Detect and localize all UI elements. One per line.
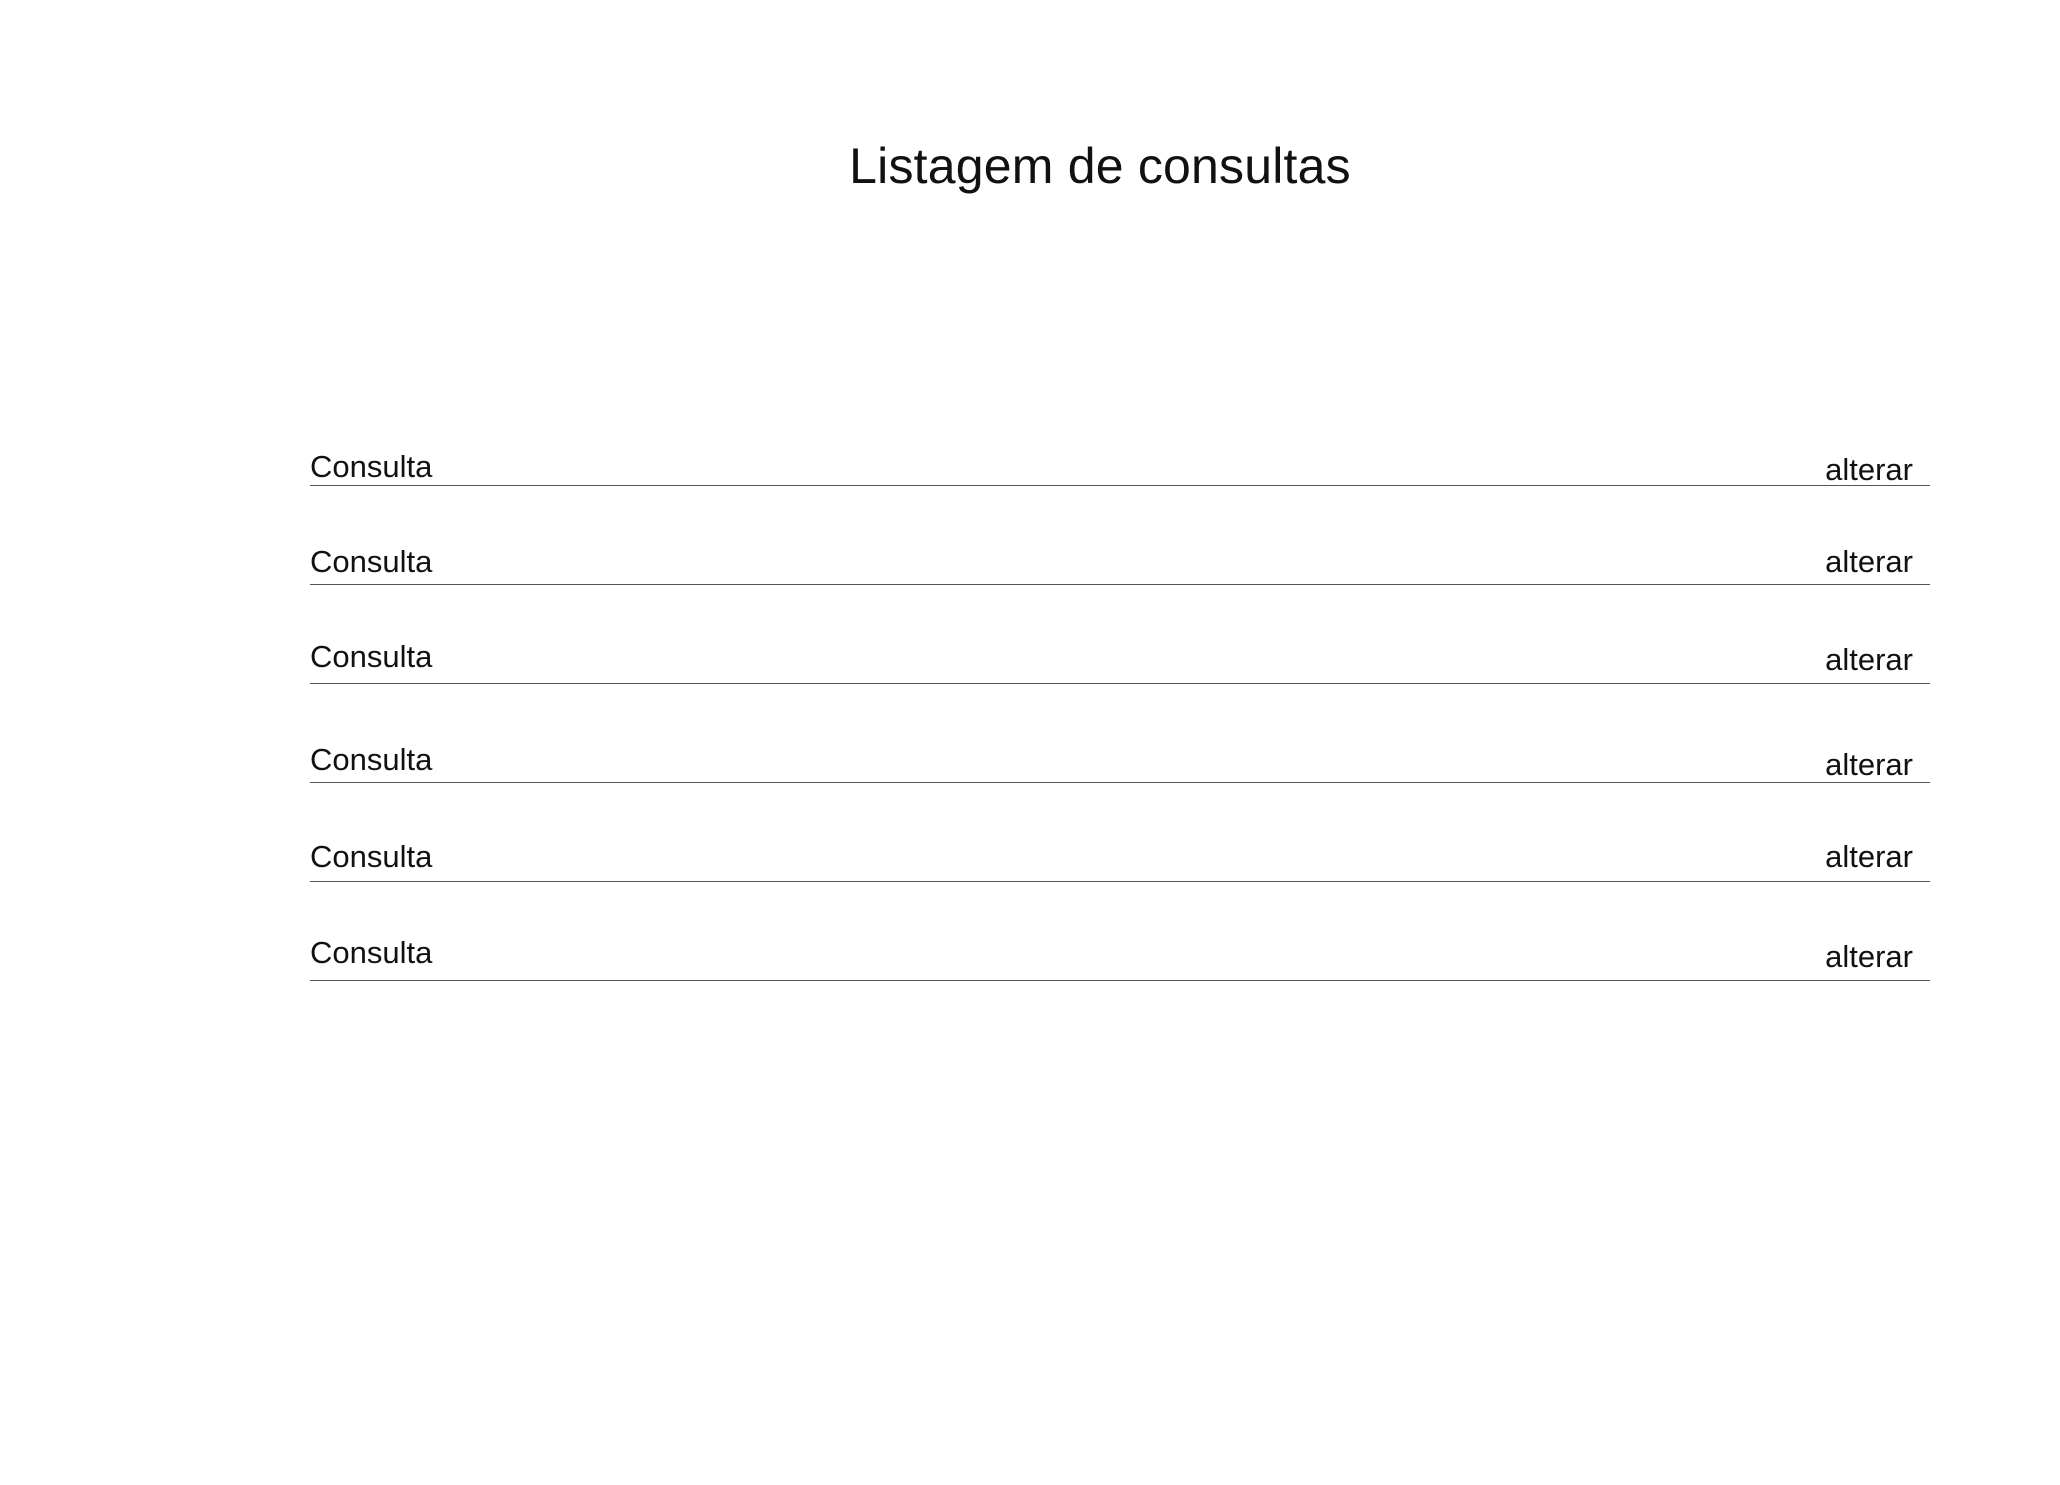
consultation-label[interactable]: Consulta <box>310 933 432 973</box>
list-item: Consulta alterar <box>310 737 1930 837</box>
consultation-label[interactable]: Consulta <box>310 837 432 877</box>
row-divider <box>310 584 1930 585</box>
row-divider <box>310 485 1930 486</box>
alter-link[interactable]: alterar <box>1825 640 1913 680</box>
consultation-label[interactable]: Consulta <box>310 637 432 677</box>
consultation-label[interactable]: Consulta <box>310 542 432 582</box>
row-divider <box>310 881 1930 882</box>
alter-link[interactable]: alterar <box>1825 542 1913 582</box>
list-item: Consulta alterar <box>310 935 1930 1037</box>
page-title: Listagem de consultas <box>849 138 1351 194</box>
alter-link[interactable]: alterar <box>1825 745 1913 785</box>
alter-link[interactable]: alterar <box>1825 837 1913 877</box>
row-divider <box>310 782 1930 783</box>
consultation-label[interactable]: Consulta <box>310 740 432 780</box>
list-item: Consulta alterar <box>310 837 1930 937</box>
consultation-label[interactable]: Consulta <box>310 447 432 487</box>
alter-link[interactable]: alterar <box>1825 450 1913 490</box>
list-item: Consulta alterar <box>310 437 1930 537</box>
list-item: Consulta alterar <box>310 537 1930 637</box>
row-divider <box>310 683 1930 684</box>
consultation-list: Consulta alterar Consulta alterar Consul… <box>310 437 1930 1037</box>
row-divider <box>310 980 1930 981</box>
alter-link[interactable]: alterar <box>1825 937 1913 977</box>
list-item: Consulta alterar <box>310 637 1930 737</box>
